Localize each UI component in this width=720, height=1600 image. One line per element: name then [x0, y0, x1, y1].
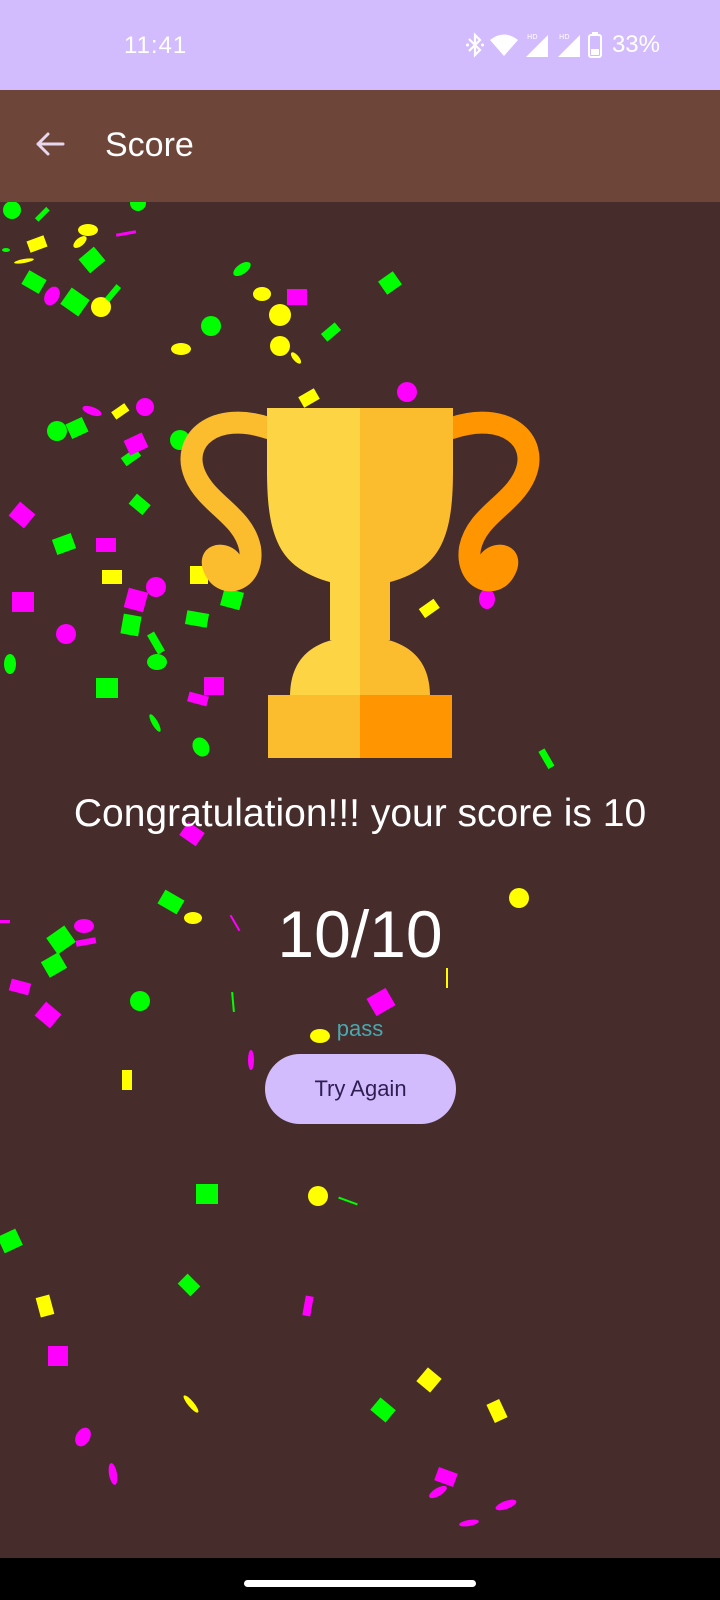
status-time: 11:41	[124, 32, 188, 59]
home-gesture-handle[interactable]	[244, 1580, 476, 1587]
back-arrow-icon	[34, 128, 66, 165]
battery-icon	[587, 32, 602, 58]
result-label: pass	[336, 1016, 384, 1041]
back-button[interactable]	[22, 118, 78, 174]
status-bar: 11:41 HD HD 33%	[0, 0, 720, 90]
wifi-icon	[489, 33, 518, 57]
signal-hd-icon: HD	[556, 32, 582, 58]
battery-percent: 33%	[611, 31, 660, 58]
signal-hd-icon: HD	[524, 32, 550, 58]
bluetooth-icon	[465, 32, 484, 58]
page-title: Score	[105, 126, 194, 164]
congratulation-message: Congratulation!!! your score is 10	[73, 792, 647, 835]
app-bar: Score	[0, 90, 720, 202]
score-display: 10/10	[277, 897, 443, 971]
score-screen: 11:41 HD HD 33% Score Congratulation!!! …	[0, 0, 720, 1600]
system-nav-bar	[0, 1558, 720, 1600]
svg-text:HD: HD	[527, 33, 538, 41]
trophy-icon	[180, 395, 540, 765]
try-again-button[interactable]: Try Again	[265, 1054, 456, 1124]
svg-text:HD: HD	[559, 33, 570, 41]
status-icons: HD HD 33%	[465, 30, 660, 60]
